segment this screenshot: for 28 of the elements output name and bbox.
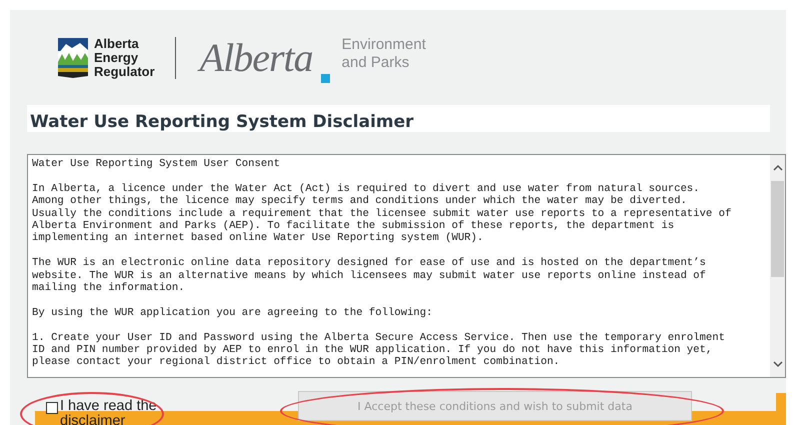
disclaimer-line: mailing the information.	[32, 282, 186, 294]
scrollbar[interactable]	[770, 155, 785, 377]
disclaimer-line: In Alberta, a licence under the Water Act (Act) is required to divert and use water from natural sources.	[32, 182, 701, 195]
disclaimer-line: 1. Create your User ID and Password using the Alberta Secure Access Service. Then use the temporary enrolment	[32, 332, 726, 344]
disclaimer-line: Water Use Reporting System User Consent	[32, 158, 281, 170]
ministry-name: Environment	[342, 36, 426, 54]
scroll-up-icon[interactable]	[772, 163, 782, 173]
square-icon	[320, 74, 330, 83]
disclaimer-line: implementing an internet based online Water Use Reporting system (WUR).	[32, 232, 484, 245]
disclaimer-text-area[interactable]	[27, 154, 786, 378]
logo-text: Alberta	[94, 36, 140, 50]
disclaimer-line: Usually the conditions include a requirement that the licensee submit water use reports to a representative of	[32, 208, 732, 220]
scroll-down-icon[interactable]	[772, 359, 782, 369]
wordmark-text: Alberta	[200, 34, 313, 81]
logo-text: Regulator	[94, 64, 155, 78]
disclaimer-line: Among other things, the licence may specify terms and conditions under which the water may be diverted.	[32, 195, 688, 208]
scrollbar-thumb[interactable]	[771, 181, 784, 277]
disclaimer-line: website. The WUR is an alternative means by which licensees may submit water use reports online instead of	[32, 270, 707, 282]
disclaimer-line: The WUR is an electronic online data repository designed for ease of use and is hosted on the department’s	[32, 257, 707, 270]
disclaimer-line: Alberta Environment and Parks (AEP). To facilitate the submission of these reports, the department is	[32, 220, 676, 232]
ministry-name: and Parks	[342, 54, 410, 72]
page-title: Water Use Reporting System Disclaimer	[27, 105, 770, 132]
checkbox[interactable]	[46, 402, 58, 414]
logo-text: Energy	[94, 50, 140, 64]
disclaimer-line: please contact your regional district office to obtain a PIN/enrolment combination.	[32, 356, 561, 369]
disclaimer-line: ID and PIN number provided by AEP to enrol in the WUR application. If you do not have this information yet,	[32, 344, 714, 356]
disclaimer-line: By using the WUR application you are agreeing to the following:	[32, 306, 434, 320]
mountain-logo-icon	[58, 38, 88, 78]
